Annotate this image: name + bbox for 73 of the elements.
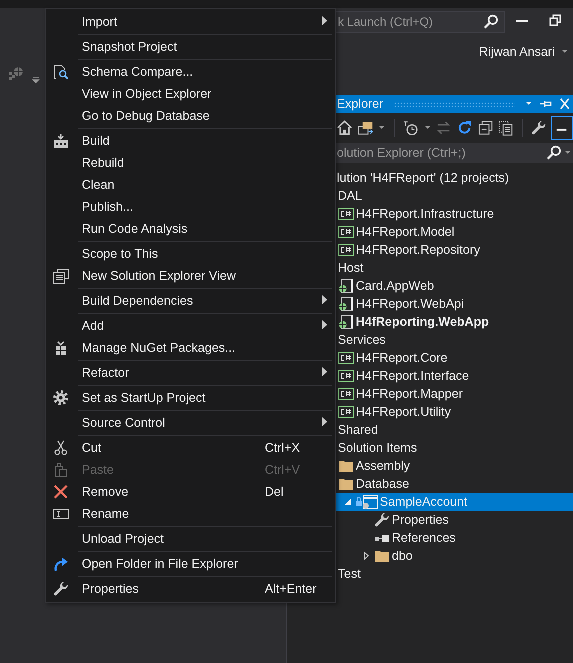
menu-item[interactable]: Import xyxy=(82,15,265,29)
folder-icon xyxy=(338,458,354,474)
tree-item[interactable]: H4FReport.Model xyxy=(287,223,573,241)
tree-item[interactable]: H4FReport.Utility xyxy=(287,403,573,421)
menu-item[interactable]: Cut xyxy=(82,441,265,455)
menu-item[interactable]: Clean xyxy=(82,178,265,192)
menu-item[interactable]: Build Dependencies xyxy=(82,294,265,308)
project-icon xyxy=(338,350,354,366)
window-swap-icon[interactable] xyxy=(358,120,374,136)
menu-item[interactable]: Publish... xyxy=(82,200,265,214)
globe-page-icon xyxy=(338,296,354,312)
menu-item[interactable]: Snapshot Project xyxy=(82,40,265,54)
project-icon xyxy=(338,386,354,402)
project-icon xyxy=(338,224,354,240)
panel-title: Explorer xyxy=(337,97,384,111)
menu-item[interactable]: New Solution Explorer View xyxy=(82,269,265,283)
tree-item[interactable]: Properties xyxy=(287,511,573,529)
clock-icon[interactable] xyxy=(403,120,419,136)
menu-item[interactable]: View in Object Explorer xyxy=(82,87,265,101)
menu-item[interactable]: Build xyxy=(82,134,265,148)
globe-page-icon xyxy=(338,278,354,294)
minimize-icon xyxy=(516,20,528,22)
menu-item[interactable]: Add xyxy=(82,319,265,333)
menu-item[interactable]: Scope to This xyxy=(82,247,265,261)
shortcut-text: Ctrl+X xyxy=(265,441,300,455)
menu-item[interactable]: Properties xyxy=(82,582,265,596)
tree-item[interactable]: Card.AppWeb xyxy=(287,277,573,295)
search-icon[interactable] xyxy=(546,145,562,161)
menu-item[interactable]: Manage NuGet Packages... xyxy=(82,341,265,355)
tree-item[interactable]: H4fReporting.WebApp xyxy=(287,313,573,331)
collapse-all-icon[interactable] xyxy=(478,120,494,136)
tree-item[interactable]: dbo xyxy=(287,547,573,565)
close-icon[interactable] xyxy=(559,96,571,112)
menu-item[interactable]: Schema Compare... xyxy=(82,65,265,79)
tree-item[interactable]: H4FReport.Core xyxy=(287,349,573,367)
user-name[interactable]: Rijwan Ansari xyxy=(479,45,555,59)
menu-item[interactable]: Set as StartUp Project xyxy=(82,391,265,405)
shortcut-text: Ctrl+V xyxy=(265,463,300,477)
database-project-icon xyxy=(356,494,378,510)
menu-item[interactable]: Rename xyxy=(82,507,265,521)
menu-item[interactable]: Remove xyxy=(82,485,265,499)
menu-item[interactable]: Open Folder in File Explorer xyxy=(82,557,265,571)
drag-handle[interactable] xyxy=(394,102,515,106)
menu-item[interactable]: Source Control xyxy=(82,416,265,430)
database-globe-icon[interactable] xyxy=(8,66,24,82)
menu-item[interactable]: Go to Debug Database xyxy=(82,109,265,123)
menu-item[interactable]: Unload Project xyxy=(82,532,265,546)
home-icon[interactable] xyxy=(337,120,353,136)
tree-item[interactable]: H4FReport.Interface xyxy=(287,367,573,385)
globe-page-icon xyxy=(338,314,354,330)
tree-item[interactable]: H4FReport.Mapper xyxy=(287,385,573,403)
tree-item[interactable]: H4FReport.WebApi xyxy=(287,295,573,313)
wrench-icon xyxy=(374,512,390,528)
menu-item[interactable]: Refactor xyxy=(82,366,265,380)
menu-item[interactable]: Rebuild xyxy=(82,156,265,170)
search-icon[interactable] xyxy=(483,14,499,30)
tree-item[interactable]: H4FReport.Infrastructure xyxy=(287,205,573,223)
shortcut-text: Del xyxy=(265,485,284,499)
documents-icon[interactable] xyxy=(498,120,514,136)
project-icon xyxy=(338,206,354,222)
refresh-icon[interactable] xyxy=(457,120,473,136)
preview-icon[interactable] xyxy=(551,116,573,140)
project-icon xyxy=(338,368,354,384)
shortcut-text: Alt+Enter xyxy=(265,582,317,596)
folder-icon xyxy=(374,548,390,564)
project-icon xyxy=(338,242,354,258)
tree-item[interactable]: Database xyxy=(287,475,573,493)
menu-item[interactable]: Run Code Analysis xyxy=(82,222,265,236)
project-icon xyxy=(338,404,354,420)
tree-item[interactable]: References xyxy=(287,529,573,547)
wrench-icon[interactable] xyxy=(530,120,546,136)
tree-item[interactable]: H4FReport.Repository xyxy=(287,241,573,259)
restore-icon xyxy=(549,13,563,29)
